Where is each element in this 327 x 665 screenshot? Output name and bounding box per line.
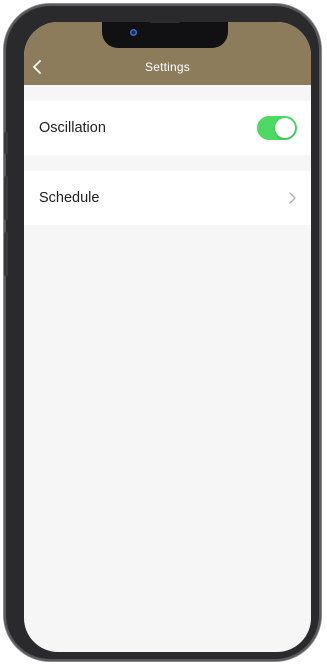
schedule-row[interactable]: Schedule bbox=[24, 171, 311, 225]
camera-icon bbox=[130, 29, 137, 36]
speaker bbox=[150, 22, 180, 23]
header-bar: Settings bbox=[24, 22, 311, 85]
side-button-volume-up bbox=[4, 176, 8, 220]
page-title: Settings bbox=[145, 60, 190, 74]
oscillation-row: Oscillation bbox=[24, 101, 311, 155]
phone-frame: Settings Oscillation Schedule bbox=[4, 4, 321, 661]
side-button-volume-down bbox=[4, 232, 8, 276]
schedule-label: Schedule bbox=[39, 190, 100, 206]
oscillation-toggle[interactable] bbox=[257, 116, 297, 140]
toggle-knob bbox=[275, 118, 295, 138]
side-button-mute bbox=[4, 132, 8, 154]
oscillation-label: Oscillation bbox=[39, 120, 106, 136]
screen: Settings Oscillation Schedule bbox=[24, 22, 311, 652]
chevron-right-icon bbox=[287, 191, 297, 205]
notch bbox=[102, 22, 228, 48]
